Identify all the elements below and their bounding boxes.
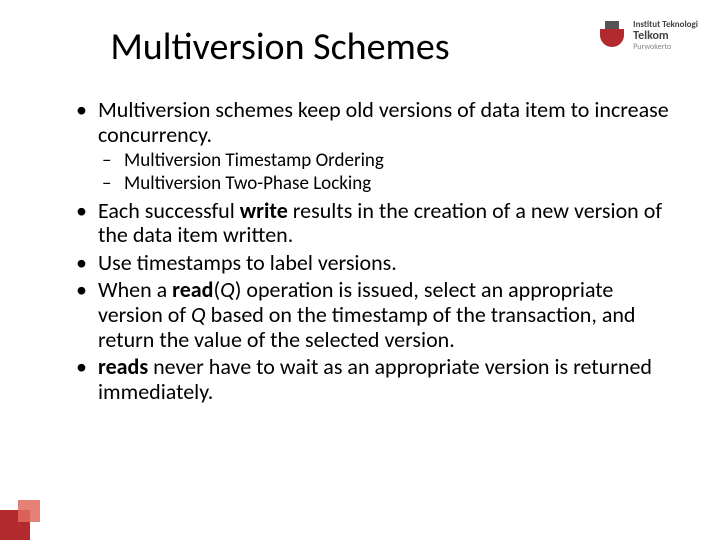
bullet-text-segment: write — [240, 197, 288, 224]
bullet-text-segment: Use timestamps to label versions. — [98, 249, 397, 276]
bullet-list: Multiversion schemes keep old versions o… — [72, 98, 680, 405]
bullet-text-segment: When a — [98, 276, 172, 303]
bullet-text-segment: Q — [220, 276, 235, 303]
bullet-text-segment: Multiversion schemes keep old versions o… — [98, 96, 669, 148]
bullet-text-segment: Q — [191, 301, 206, 328]
bullet-item: When a read(Q) operation is issued, sele… — [72, 278, 680, 352]
bullet-item: Use timestamps to label versions. — [72, 251, 680, 276]
bullet-item: Each successful write results in the cre… — [72, 199, 680, 248]
slide-content: Multiversion schemes keep old versions o… — [72, 98, 680, 408]
bullet-text-segment: never have to wait as an appropriate ver… — [98, 353, 652, 405]
bullet-text-segment: read — [172, 276, 213, 303]
corner-decoration-icon — [0, 480, 60, 540]
sub-bullet-item: Multiversion Timestamp Ordering — [98, 149, 680, 172]
sub-bullet-list: Multiversion Timestamp OrderingMultivers… — [98, 149, 680, 195]
institution-logo: Institut Teknologi Telkom Purwokerto — [597, 20, 698, 52]
logo-text: Institut Teknologi Telkom Purwokerto — [633, 20, 698, 52]
bullet-text-segment: reads — [98, 353, 148, 380]
bullet-text-segment: Each successful — [98, 197, 240, 224]
bullet-item: reads never have to wait as an appropria… — [72, 355, 680, 404]
logo-line3: Purwokerto — [633, 43, 698, 52]
logo-mark-icon — [597, 21, 627, 51]
slide-title: Multiversion Schemes — [0, 24, 560, 70]
slide: Institut Teknologi Telkom Purwokerto Mul… — [0, 0, 720, 540]
sub-bullet-item: Multiversion Two-Phase Locking — [98, 172, 680, 195]
bullet-item: Multiversion schemes keep old versions o… — [72, 98, 680, 196]
